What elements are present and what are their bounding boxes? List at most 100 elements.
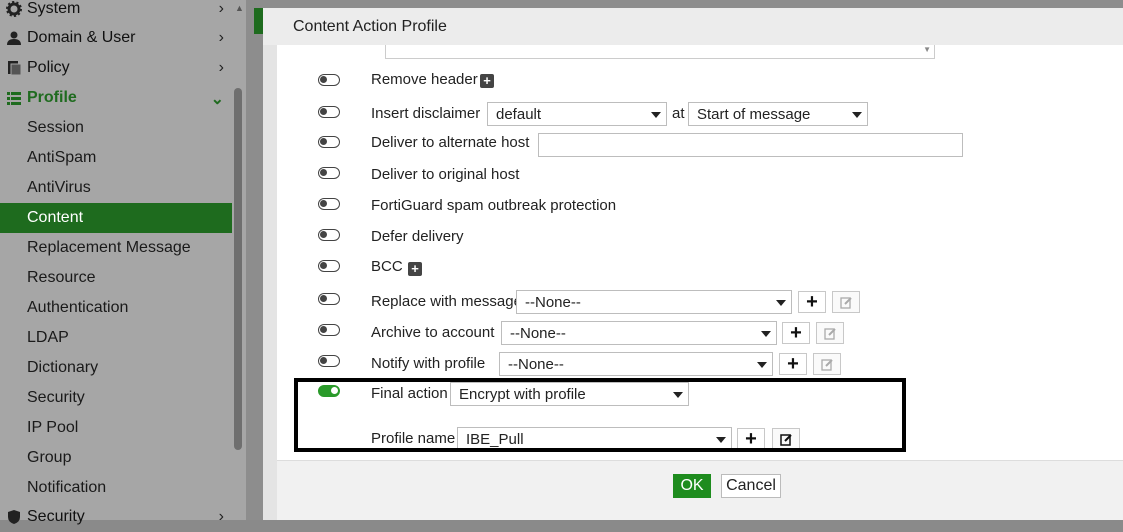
bcc-row: BCC + (277, 256, 1123, 282)
bcc-toggle[interactable] (318, 260, 340, 272)
sidebar-item-replacement-message[interactable]: Replacement Message (0, 233, 232, 263)
sidebar-item-content[interactable]: Content (0, 203, 232, 233)
notify-profile-label: Notify with profile (371, 355, 486, 372)
edit-icon (839, 296, 852, 309)
sidebar-item-ip-pool[interactable]: IP Pool (0, 413, 232, 443)
edit-icon (820, 358, 833, 371)
remove-header-label: Remove header (371, 71, 478, 88)
sidebar-item-resource[interactable]: Resource (0, 263, 232, 293)
sidebar-item-label: Content (27, 209, 84, 226)
defer-delivery-row: Defer delivery (277, 225, 1123, 251)
chevron-right-icon: › (218, 59, 224, 76)
sidebar-item-label: Security (27, 389, 85, 406)
sidebar-item-antivirus[interactable]: AntiVirus (0, 173, 232, 203)
edit-button[interactable] (813, 353, 841, 375)
sidebar-item-notification[interactable]: Notification (0, 473, 232, 503)
replace-message-select[interactable]: --None-- (516, 290, 792, 314)
sidebar-item-session[interactable]: Session (0, 113, 232, 143)
sidebar-item-antispam[interactable]: AntiSpam (0, 143, 232, 173)
sidebar-item-label: Profile (27, 89, 77, 106)
disclaimer-select-value: default (496, 105, 542, 123)
archive-account-row: Archive to account --None-- + (277, 320, 1123, 346)
archive-account-select-value: --None-- (510, 324, 566, 342)
dialog-body: ▼ Remove header + Insert disclaimer defa… (277, 45, 1123, 460)
edit-icon (823, 327, 836, 340)
replace-message-toggle[interactable] (318, 293, 340, 305)
replace-message-label: Replace with message (371, 293, 522, 310)
disclaimer-position-select[interactable]: Start of message (688, 102, 868, 126)
caret-down-icon (852, 112, 862, 118)
deliver-original-toggle[interactable] (318, 167, 340, 179)
cancel-button[interactable]: Cancel (721, 474, 781, 498)
sidebar-item-system[interactable]: System › (0, 0, 232, 24)
sidebar-item-label: AntiVirus (27, 179, 91, 196)
archive-account-label: Archive to account (371, 324, 495, 341)
dialog-footer: OK Cancel (277, 460, 1123, 520)
caret-down-icon (651, 112, 661, 118)
deliver-alternate-toggle[interactable] (318, 136, 340, 148)
replace-message-row: Replace with message --None-- + (277, 289, 1123, 315)
sidebar-scroll-thumb[interactable] (234, 88, 242, 450)
sidebar-item-security-profile[interactable]: Security (0, 383, 232, 413)
shield-icon (5, 508, 23, 526)
bcc-label: BCC (371, 258, 403, 275)
scroll-up-arrow-icon[interactable]: ▲ (235, 3, 244, 13)
alternate-host-input[interactable] (538, 133, 963, 157)
add-button[interactable]: + (798, 291, 826, 313)
sidebar-item-label: Policy (27, 59, 70, 76)
expand-plus-icon[interactable]: + (408, 262, 422, 276)
sidebar-item-label: AntiSpam (27, 149, 97, 166)
remove-header-toggle[interactable] (318, 74, 340, 86)
remove-header-row: Remove header + (277, 67, 1123, 93)
notify-profile-select[interactable]: --None-- (499, 352, 773, 376)
caret-down-icon (761, 331, 771, 337)
sidebar-item-label: Dictionary (27, 359, 99, 376)
fortiguard-row: FortiGuard spam outbreak protection (277, 194, 1123, 220)
chevron-right-icon: › (218, 508, 224, 525)
archive-account-toggle[interactable] (318, 324, 340, 336)
partial-dropdown[interactable]: ▼ (385, 45, 935, 59)
sidebar-item-profile[interactable]: Profile ⌄ (0, 83, 232, 113)
sidebar-item-group[interactable]: Group (0, 443, 232, 473)
add-button[interactable]: + (782, 322, 810, 344)
add-button[interactable]: + (779, 353, 807, 375)
disclaimer-select[interactable]: default (487, 102, 667, 126)
replace-message-select-value: --None-- (525, 293, 581, 311)
insert-disclaimer-row: Insert disclaimer default at Start of me… (277, 101, 1123, 127)
sidebar-item-security[interactable]: Security › (0, 502, 232, 532)
notify-profile-toggle[interactable] (318, 355, 340, 367)
sidebar-item-label: System (27, 0, 81, 17)
sidebar-item-label: Authentication (27, 299, 129, 316)
position-select-value: Start of message (697, 105, 811, 123)
sidebar-item-label: Replacement Message (27, 239, 191, 256)
sidebar: System › Domain & User › Policy › Profil… (0, 0, 246, 525)
chevron-right-icon: › (218, 29, 224, 46)
list-icon (5, 89, 23, 107)
sidebar-item-label: Group (27, 449, 72, 466)
edit-button[interactable] (832, 291, 860, 313)
fortiguard-toggle[interactable] (318, 198, 340, 210)
deliver-alternate-row: Deliver to alternate host (277, 131, 1123, 157)
sidebar-item-label: Domain & User (27, 29, 136, 46)
archive-account-select[interactable]: --None-- (501, 321, 777, 345)
expand-plus-icon[interactable]: + (480, 74, 494, 88)
ok-button[interactable]: OK (673, 474, 711, 498)
deliver-original-row: Deliver to original host (277, 163, 1123, 189)
edit-button[interactable] (816, 322, 844, 344)
defer-delivery-toggle[interactable] (318, 229, 340, 241)
sidebar-item-label: Notification (27, 479, 107, 496)
sidebar-item-ldap[interactable]: LDAP (0, 323, 232, 353)
sidebar-item-dictionary[interactable]: Dictionary (0, 353, 232, 383)
sidebar-item-label: Resource (27, 269, 96, 286)
sidebar-item-domain-user[interactable]: Domain & User › (0, 23, 232, 53)
at-label: at (672, 105, 685, 122)
caret-down-icon (776, 300, 786, 306)
dialog-title: Content Action Profile (263, 8, 1123, 45)
dropdown-arrow-icon: ▼ (923, 45, 931, 54)
gear-icon (5, 0, 23, 18)
caret-down-icon (757, 362, 767, 368)
insert-disclaimer-toggle[interactable] (318, 106, 340, 118)
dialog-left-shade (263, 45, 277, 520)
sidebar-item-policy[interactable]: Policy › (0, 53, 232, 83)
sidebar-item-authentication[interactable]: Authentication (0, 293, 232, 323)
